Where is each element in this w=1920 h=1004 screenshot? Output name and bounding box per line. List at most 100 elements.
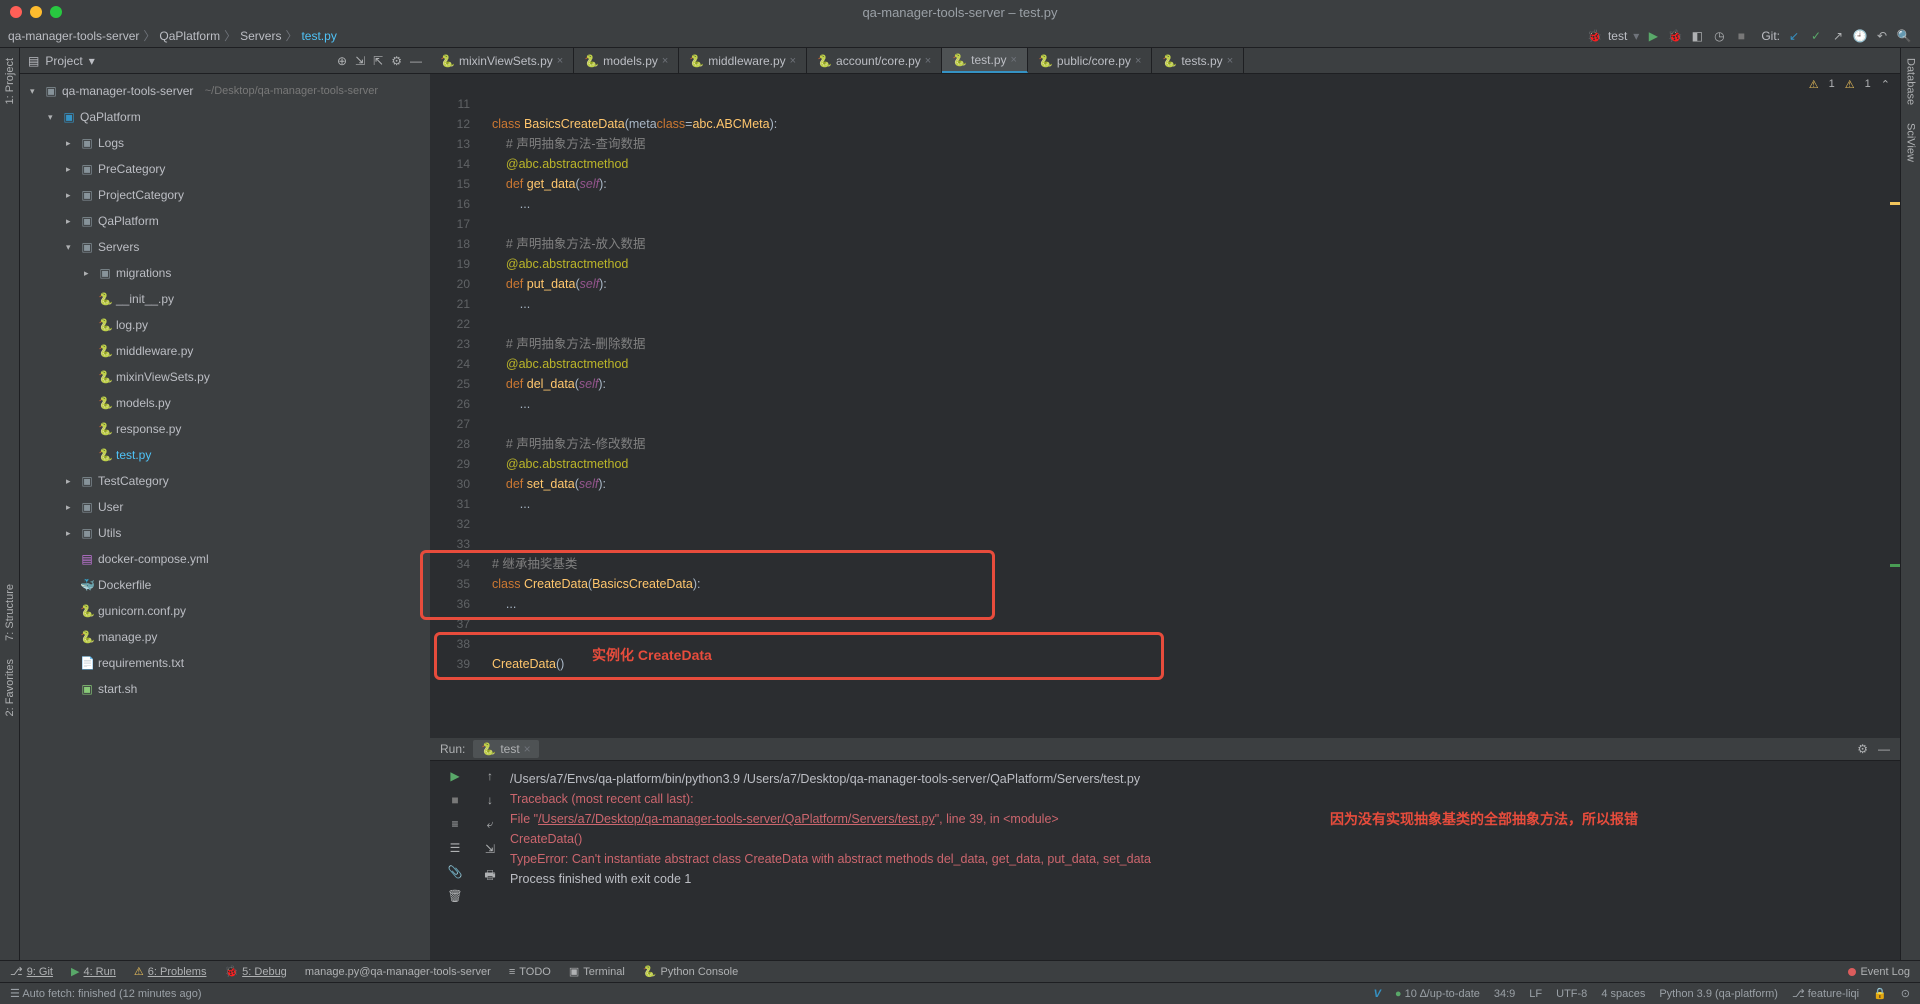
- search-icon[interactable]: 🔍: [1896, 28, 1912, 44]
- tree-file[interactable]: 🐍middleware.py: [20, 338, 430, 364]
- editor-tab[interactable]: 🐍account/core.py×: [807, 48, 942, 73]
- output-link[interactable]: /Users/a7/Desktop/qa-manager-tools-serve…: [538, 812, 935, 826]
- editor-body[interactable]: 1112131415161718192021222324252627282930…: [430, 94, 1900, 738]
- python-interpreter[interactable]: Python 3.9 (qa-platform): [1659, 988, 1778, 1000]
- tree-folder[interactable]: ▸▣Utils: [20, 520, 430, 546]
- window-minimize-button[interactable]: [30, 6, 42, 18]
- editor-inspection-icon[interactable]: ⌃: [1881, 78, 1890, 91]
- close-icon[interactable]: ×: [790, 55, 796, 67]
- scroll-change-mark[interactable]: [1890, 564, 1900, 567]
- lock-icon[interactable]: 🔒: [1873, 987, 1887, 1000]
- close-icon[interactable]: ×: [1135, 55, 1141, 67]
- editor-tab[interactable]: 🐍test.py×: [942, 48, 1028, 73]
- menu-icon[interactable]: ☰: [10, 988, 20, 1000]
- run-button[interactable]: ▶: [1645, 28, 1661, 44]
- crumb-1[interactable]: QaPlatform: [159, 29, 220, 43]
- layout-icon[interactable]: ☰: [450, 841, 461, 855]
- git-update-icon[interactable]: ↙: [1786, 28, 1802, 44]
- tree-root[interactable]: ▾▣qa-manager-tools-server ~/Desktop/qa-m…: [20, 78, 430, 104]
- chevron-down-icon[interactable]: ▾: [89, 54, 95, 68]
- trash-icon[interactable]: 🗑: [447, 889, 462, 903]
- structure-tool-button[interactable]: 7: Structure: [4, 580, 16, 645]
- stop-button[interactable]: ■: [451, 793, 458, 807]
- cursor-position[interactable]: 34:9: [1494, 988, 1515, 1000]
- problems-tool-button[interactable]: ⚠6: Problems: [134, 965, 207, 978]
- editor-tab[interactable]: 🐍middleware.py×: [679, 48, 807, 73]
- editor-tab[interactable]: 🐍tests.py×: [1152, 48, 1244, 73]
- close-icon[interactable]: ×: [557, 55, 563, 67]
- tree-folder[interactable]: ▾▣Servers: [20, 234, 430, 260]
- indent-settings[interactable]: 4 spaces: [1601, 988, 1645, 1000]
- close-icon[interactable]: ×: [662, 55, 668, 67]
- chevron-down-icon[interactable]: ▾: [1633, 29, 1639, 43]
- close-icon[interactable]: ×: [925, 55, 931, 67]
- collapse-icon[interactable]: ⇱: [373, 54, 383, 68]
- crumb-2[interactable]: Servers: [240, 29, 281, 43]
- rerun-button[interactable]: ▶: [450, 769, 459, 783]
- favorites-tool-button[interactable]: 2: Favorites: [4, 655, 16, 720]
- editor-tab[interactable]: 🐍public/core.py×: [1028, 48, 1152, 73]
- tree-file[interactable]: 🐍gunicorn.conf.py: [20, 598, 430, 624]
- tree-folder[interactable]: ▸▣PreCategory: [20, 156, 430, 182]
- close-icon[interactable]: ×: [1227, 55, 1233, 67]
- breadcrumb[interactable]: qa-manager-tools-server 〉 QaPlatform 〉 S…: [8, 27, 337, 44]
- tree-folder[interactable]: ▸▣User: [20, 494, 430, 520]
- tree-file[interactable]: 🐍__init__.py: [20, 286, 430, 312]
- line-separator[interactable]: LF: [1529, 988, 1542, 1000]
- fold-gutter[interactable]: [480, 94, 492, 738]
- run-tab-label[interactable]: test: [500, 742, 519, 756]
- run-config-selector[interactable]: test: [1608, 29, 1627, 43]
- expand-icon[interactable]: ⇲: [355, 54, 365, 68]
- tree-file[interactable]: 🐍log.py: [20, 312, 430, 338]
- git-history-icon[interactable]: 🕘: [1852, 28, 1868, 44]
- close-icon[interactable]: ×: [524, 742, 531, 756]
- editor-scrollbar[interactable]: [1888, 94, 1900, 738]
- tree-file-active[interactable]: 🐍test.py: [20, 442, 430, 468]
- run-output[interactable]: /Users/a7/Envs/qa-platform/bin/python3.9…: [500, 761, 1900, 960]
- todo-tool-button[interactable]: ≡TODO: [509, 965, 551, 978]
- tree-file[interactable]: ▣start.sh: [20, 676, 430, 702]
- tree-folder[interactable]: ▸▣TestCategory: [20, 468, 430, 494]
- memory-icon[interactable]: ⊙: [1901, 987, 1910, 1000]
- sciview-tool-button[interactable]: SciView: [1905, 119, 1917, 166]
- hide-panel-icon[interactable]: —: [1878, 742, 1890, 756]
- terminal-tool-button[interactable]: ▣Terminal: [569, 965, 625, 978]
- editor-tab[interactable]: 🐍mixinViewSets.py×: [430, 48, 574, 73]
- event-log-button[interactable]: Event Log: [1848, 966, 1910, 978]
- tree-file[interactable]: 🐍manage.py: [20, 624, 430, 650]
- git-branch[interactable]: ⎇ feature-liqi: [1792, 987, 1859, 1000]
- hide-icon[interactable]: —: [410, 54, 422, 68]
- code-area[interactable]: class BasicsCreateData(metaclass=abc.ABC…: [492, 94, 1900, 738]
- warning-icon[interactable]: ⚠: [1809, 78, 1819, 91]
- project-tool-button[interactable]: 1: Project: [4, 54, 16, 108]
- tree-folder[interactable]: ▸▣Logs: [20, 130, 430, 156]
- down-icon[interactable]: ↓: [487, 793, 493, 807]
- scroll-warn-mark[interactable]: [1890, 202, 1900, 205]
- warning-icon[interactable]: ⚠: [1845, 78, 1855, 91]
- debug-tool-button[interactable]: 🐞5: Debug: [224, 965, 286, 978]
- debug-button[interactable]: 🐞: [1667, 28, 1683, 44]
- crumb-root[interactable]: qa-manager-tools-server: [8, 29, 139, 43]
- git-commit-icon[interactable]: ✓: [1808, 28, 1824, 44]
- tree-file[interactable]: 🐍mixinViewSets.py: [20, 364, 430, 390]
- window-maximize-button[interactable]: [50, 6, 62, 18]
- git-status[interactable]: ● 10 ∆/up-to-date: [1395, 988, 1480, 1000]
- python-console-tool-button[interactable]: 🐍Python Console: [643, 965, 738, 978]
- print-icon[interactable]: 🖶: [484, 866, 495, 887]
- filter-icon[interactable]: 📎: [448, 865, 463, 879]
- git-tool-button[interactable]: ⎇9: Git: [10, 965, 53, 978]
- coverage-button[interactable]: ◧: [1689, 28, 1705, 44]
- crumb-file[interactable]: test.py: [301, 29, 336, 43]
- file-encoding[interactable]: UTF-8: [1556, 988, 1587, 1000]
- editor-tab[interactable]: 🐍models.py×: [574, 48, 679, 73]
- tree-folder[interactable]: ▾▣QaPlatform: [20, 104, 430, 130]
- git-revert-icon[interactable]: ↶: [1874, 28, 1890, 44]
- tree-file[interactable]: ▤docker-compose.yml: [20, 546, 430, 572]
- gear-icon[interactable]: ⚙: [1857, 742, 1868, 756]
- profile-button[interactable]: ◷: [1711, 28, 1727, 44]
- database-tool-button[interactable]: Database: [1905, 54, 1917, 109]
- run-tool-button[interactable]: ▶4: Run: [71, 965, 116, 978]
- tree-file[interactable]: 🐍response.py: [20, 416, 430, 442]
- tree-file[interactable]: 📄requirements.txt: [20, 650, 430, 676]
- window-close-button[interactable]: [10, 6, 22, 18]
